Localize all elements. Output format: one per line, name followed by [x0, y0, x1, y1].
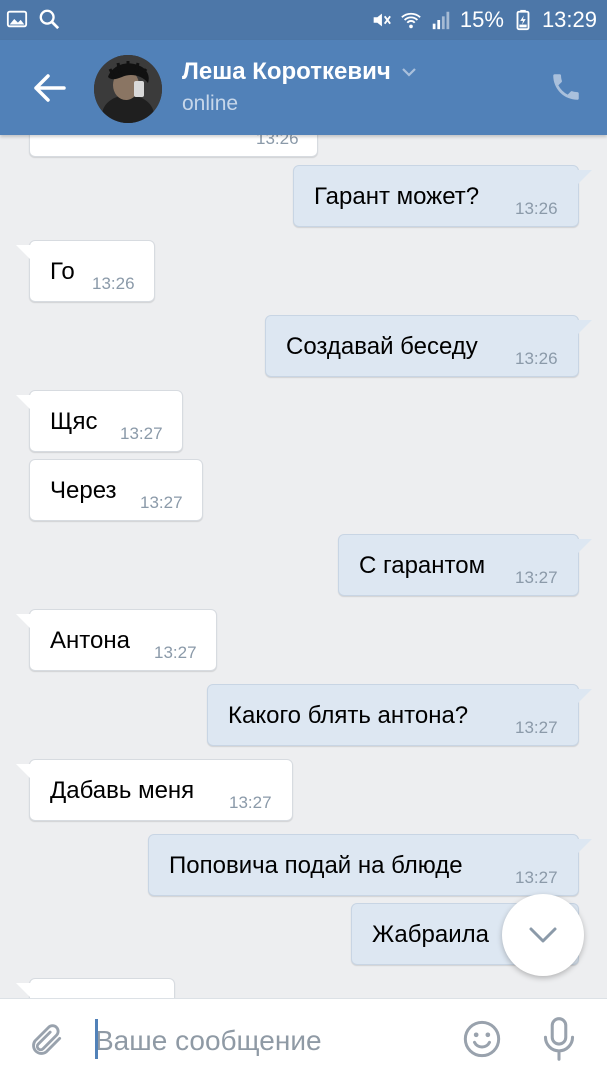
search-icon [39, 9, 60, 30]
message-incoming[interactable]: Дабавь меня 13:27 [16, 759, 293, 821]
chevron-down-icon [402, 68, 416, 77]
bubble-tail [574, 170, 592, 186]
message-outgoing[interactable]: Гарант может? 13:26 [293, 165, 592, 227]
message-outgoing[interactable]: Поповича подай на блюде 13:27 [148, 834, 592, 896]
message-time: 13:26 [256, 135, 299, 148]
message-text: Антона [50, 627, 130, 654]
message-incoming[interactable]: Антона 13:27 [16, 609, 217, 671]
wifi-icon [401, 12, 421, 29]
scroll-to-bottom-button[interactable] [502, 894, 584, 976]
message-incoming[interactable]: Го 13:26 [16, 240, 155, 302]
message-text: Го [50, 258, 75, 285]
text-cursor [95, 1019, 98, 1059]
back-arrow-icon[interactable] [28, 70, 68, 106]
message-outgoing[interactable]: Какого блять антона? 13:27 [207, 684, 592, 746]
bubble-tail [574, 839, 592, 855]
message-time: 13:27 [515, 868, 558, 887]
message-text: С гарантом [359, 552, 486, 579]
message-outgoing[interactable]: Создавай беседу 13:26 [265, 315, 592, 377]
message-text: Какого блять антона? [228, 702, 469, 729]
message-time: 13:27 [120, 424, 163, 443]
phone-icon[interactable] [549, 70, 583, 104]
battery-percent: 15% [459, 7, 504, 32]
bubble-tail [16, 764, 34, 780]
avatar[interactable] [94, 55, 162, 123]
message-composer [0, 998, 607, 1080]
message-time: 13:27 [515, 718, 558, 737]
battery-icon [516, 9, 530, 31]
status-right-icons: 15% 13:29 [370, 7, 597, 33]
message-time: 13:27 [140, 493, 183, 512]
avatar-image [94, 55, 162, 123]
bubble-tail [16, 983, 34, 998]
message-text: Через [50, 477, 117, 504]
message-time: 13:26 [515, 349, 558, 368]
status-bar: 15% 13:29 [0, 0, 607, 40]
message-incoming[interactable]: Через 13:27 [29, 459, 203, 521]
message-text: Поповича подай на блюде [169, 852, 463, 879]
bubble-tail [574, 539, 592, 555]
contact-status: online [182, 92, 239, 115]
message-text: Дабавь меня [50, 777, 195, 804]
message-time: 13:26 [92, 274, 135, 293]
bubble-tail [574, 320, 592, 336]
bubble-tail [16, 245, 34, 261]
contact-name-text: Леша Короткевич [182, 58, 391, 85]
bubble-tail [16, 395, 34, 411]
paperclip-icon[interactable] [28, 1021, 66, 1059]
message-time: 13:27 [229, 793, 272, 812]
microphone-icon[interactable] [542, 1017, 576, 1061]
message-time: 13:26 [515, 199, 558, 218]
signal-icon [432, 11, 450, 30]
message-text: Гарант может? [314, 183, 480, 210]
bubble-tail [16, 614, 34, 630]
mute-icon [373, 13, 391, 27]
message-time: 13:27 [515, 568, 558, 587]
message-input[interactable] [95, 1019, 435, 1063]
contact-name[interactable]: Леша Короткевич [182, 58, 417, 86]
smiley-icon[interactable] [462, 1019, 502, 1059]
message-outgoing[interactable]: С гарантом 13:27 [338, 534, 592, 596]
message-text: Создавай беседу [286, 333, 478, 360]
status-left-icons [6, 8, 60, 30]
chevron-down-icon [529, 927, 557, 943]
message-list[interactable]: 13:26 Гарант может? 13:26 Го 13:26 Созда… [0, 135, 607, 998]
message-time: 13:27 [154, 643, 197, 662]
message-text: Жабраила [372, 921, 489, 948]
bubble-tail [574, 689, 592, 705]
message-incoming[interactable]: Щяс 13:27 [16, 390, 183, 452]
chat-header: Леша Короткевич online [0, 40, 607, 135]
message-text: Щяс [50, 408, 98, 435]
status-time: 13:29 [541, 7, 597, 32]
message-incoming[interactable] [16, 978, 175, 998]
gallery-icon [6, 10, 28, 28]
message-incoming[interactable]: 13:26 [29, 135, 318, 157]
